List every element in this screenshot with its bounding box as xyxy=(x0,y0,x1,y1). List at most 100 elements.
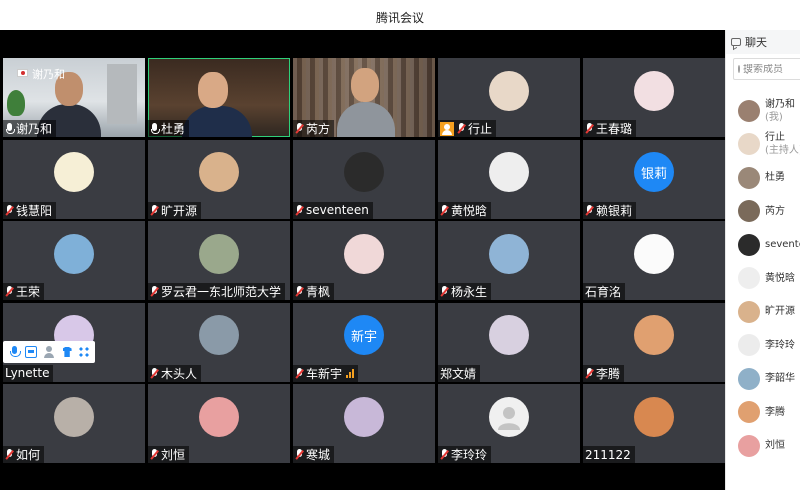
screen-share-icon[interactable] xyxy=(25,346,38,358)
video-top-strip xyxy=(0,30,725,58)
participant-name-bar: 杜勇 xyxy=(148,120,190,137)
participant-name-bar: 杨永生 xyxy=(438,283,492,300)
participant-tile[interactable]: 木头人 xyxy=(148,302,290,382)
member-search-input[interactable] xyxy=(743,63,800,75)
participant-name-bar: 谢乃和 xyxy=(3,120,57,137)
member-avatar xyxy=(738,300,760,323)
bottom-strip xyxy=(0,490,800,500)
participant-name-bar: 李腾 xyxy=(583,364,625,382)
member-list-item[interactable]: seventeen xyxy=(726,228,800,262)
participant-name-bar: 芮方 xyxy=(293,120,335,137)
mic-muted-icon xyxy=(150,286,159,297)
participant-name: 寒城 xyxy=(306,448,331,462)
participant-tile[interactable]: 行止 xyxy=(438,58,580,137)
participant-tile[interactable]: 钱慧阳 xyxy=(3,139,145,219)
member-list-item[interactable]: 行止 (主持人) xyxy=(726,128,800,162)
member-name: 旷开源 xyxy=(765,306,795,318)
search-icon xyxy=(738,65,740,73)
member-search-box[interactable] xyxy=(733,58,800,80)
member-list-item[interactable]: 刘恒 xyxy=(726,429,800,463)
mic-muted-icon xyxy=(5,449,14,460)
member-avatar xyxy=(738,401,760,424)
participant-name-bar: 木头人 xyxy=(148,364,202,382)
participant-name-bar: 罗云君一东北师范大学 xyxy=(148,283,286,300)
participant-tile[interactable]: 寒城 xyxy=(293,384,435,463)
chat-tab[interactable]: 聊天 xyxy=(726,30,800,54)
member-list-item[interactable]: 李腾 xyxy=(726,396,800,430)
participant-tile[interactable]: 银莉 赖银莉 xyxy=(583,139,725,219)
participant-tile[interactable]: 黄悦晗 xyxy=(438,139,580,219)
girl-photo-icon xyxy=(54,396,94,437)
participant-tile[interactable]: 石育洺 xyxy=(583,221,725,300)
apps-icon[interactable] xyxy=(78,346,91,358)
participant-tile[interactable]: 谢乃和 谢乃和 xyxy=(3,58,145,137)
participant-tile[interactable]: 芮方 xyxy=(293,58,435,137)
member-avatar xyxy=(738,99,760,122)
member-text: seventeen xyxy=(765,238,800,251)
participant-name-bar: 李玲玲 xyxy=(438,446,492,463)
mic-muted-icon xyxy=(150,367,159,379)
mic-muted-icon xyxy=(295,204,304,216)
participant-tile[interactable]: 如何 xyxy=(3,384,145,463)
meeting-window: 腾讯会议 谢乃和 谢乃和 杜勇 芮方 行止 王春璐 钱慧阳 旷开源 seventeen 黄悦晗 银莉… xyxy=(0,0,800,500)
member-list-item[interactable]: 李韶华 xyxy=(726,362,800,396)
participant-name-bar: 车新宇 xyxy=(293,364,359,382)
boy-portrait-icon xyxy=(199,315,239,355)
mic-muted-icon xyxy=(5,286,14,297)
participant-name: 郑文婧 xyxy=(440,366,477,381)
participant-tile[interactable]: 罗云君一东北师范大学 xyxy=(148,221,290,300)
participant-tile[interactable]: 青枫 xyxy=(293,221,435,300)
mic-muted-icon xyxy=(440,449,449,460)
member-text: 刘恒 xyxy=(765,439,785,452)
member-name: 黄悦晗 xyxy=(765,272,795,284)
participant-tile[interactable]: 杜勇 xyxy=(148,58,290,137)
participant-name: 211122 xyxy=(585,447,631,462)
mic-icon[interactable] xyxy=(8,346,21,358)
participant-name: 谢乃和 xyxy=(16,122,53,136)
flower-pattern-icon xyxy=(199,396,239,437)
mic-muted-icon xyxy=(295,449,304,460)
mic-muted-icon xyxy=(150,204,159,216)
member-list-item[interactable]: 谢乃和 (我) xyxy=(726,94,800,128)
member-list-item[interactable]: 芮方 xyxy=(726,195,800,229)
participant-name-bar: seventeen xyxy=(293,201,373,219)
member-list-item[interactable]: 李玲玲 xyxy=(726,329,800,363)
participant-tile[interactable]: 刘恒 xyxy=(148,384,290,463)
member-list-item[interactable]: 旷开源 xyxy=(726,295,800,329)
participant-name-bar: 行止 xyxy=(438,120,497,137)
participant-name-bar: Lynette xyxy=(3,364,54,382)
participant-name-bar: 211122 xyxy=(583,446,635,463)
cartoon-boy-icon xyxy=(54,233,94,274)
participant-name-bar: 王荣 xyxy=(3,283,45,300)
participant-tile[interactable]: 王荣 xyxy=(3,221,145,300)
participant-name-bar: 王春璐 xyxy=(583,120,637,137)
sunset-rider-icon xyxy=(634,396,674,437)
cartoon-animals-icon xyxy=(54,152,94,192)
participant-name: 刘恒 xyxy=(161,448,186,462)
participant-name: 如何 xyxy=(16,448,41,462)
member-list-item[interactable]: 杜勇 xyxy=(726,161,800,195)
participant-name-bar: 石育洺 xyxy=(583,283,626,300)
participant-tile[interactable]: 李腾 xyxy=(583,302,725,382)
participant-tile[interactable]: 新宇 车新宇 xyxy=(293,302,435,382)
title-bar: 腾讯会议 xyxy=(0,0,800,30)
mic-muted-icon xyxy=(440,204,449,216)
participant-tile[interactable]: 郑文婧 xyxy=(438,302,580,382)
participant-tile[interactable]: seventeen xyxy=(293,139,435,219)
participant-tile[interactable]: 王春璐 xyxy=(583,58,725,137)
participant-tile[interactable]: 李玲玲 xyxy=(438,384,580,463)
participant-tile[interactable]: 211122 xyxy=(583,384,725,463)
shirt-icon[interactable] xyxy=(61,346,73,358)
mic-muted-icon xyxy=(457,123,466,134)
member-text: 李韶华 xyxy=(765,372,795,385)
member-text: 谢乃和 (我) xyxy=(765,98,795,124)
chat-icon xyxy=(731,38,741,46)
participant-name-bar: 刘恒 xyxy=(148,446,190,463)
member-list-item[interactable]: 黄悦晗 xyxy=(726,262,800,296)
participant-name: 车新宇 xyxy=(306,366,343,381)
members-icon[interactable] xyxy=(43,346,55,358)
participant-tile[interactable]: 杨永生 xyxy=(438,221,580,300)
participant-tile[interactable]: 旷开源 xyxy=(148,139,290,219)
member-name: 芮方 xyxy=(765,205,785,217)
mic-muted-icon xyxy=(585,123,594,134)
